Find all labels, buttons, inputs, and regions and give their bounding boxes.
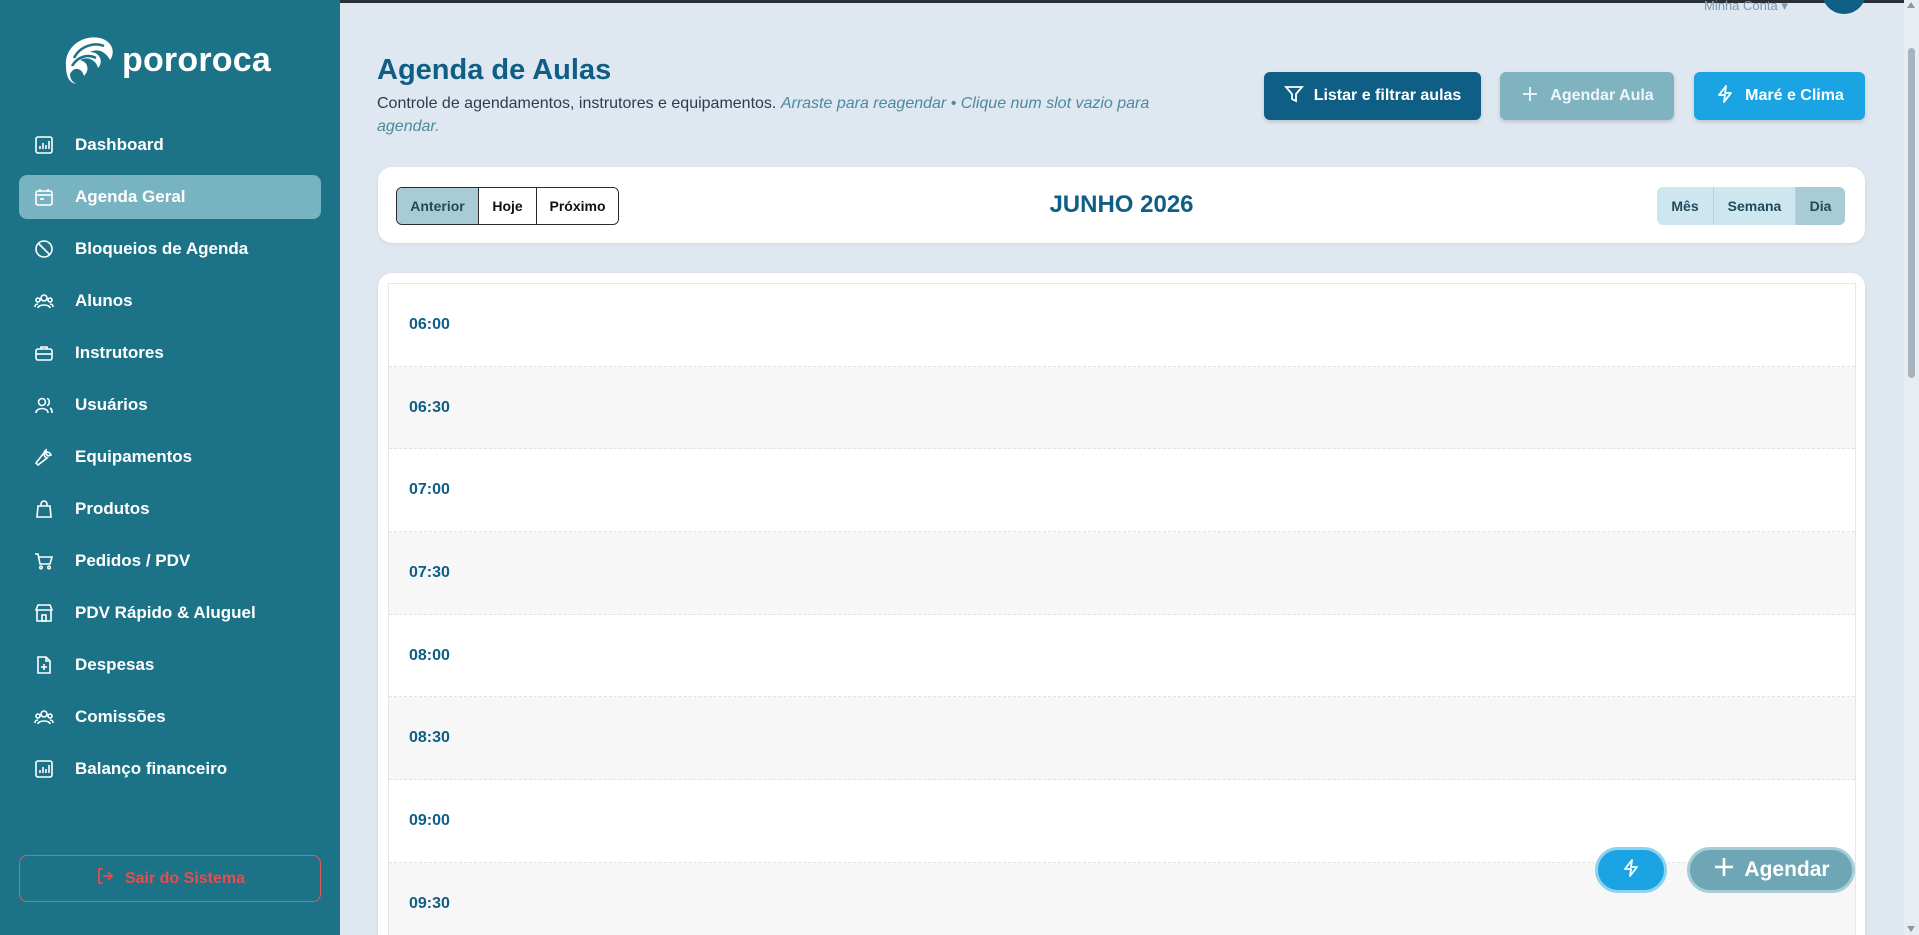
time-slot[interactable]: 07:30 xyxy=(389,532,1855,615)
avatar[interactable] xyxy=(1822,0,1866,14)
time-slot[interactable]: 08:30 xyxy=(389,697,1855,781)
plus-icon xyxy=(1520,84,1540,109)
sidebar-item-usuarios[interactable]: Usuários xyxy=(19,383,321,427)
slot-time: 09:00 xyxy=(409,811,450,829)
calendar-view-group: Mês Semana Dia xyxy=(1657,187,1845,225)
sidebar: pororoca Dashboard Agenda Geral Bloqueio… xyxy=(0,0,340,935)
cart-icon xyxy=(33,550,55,572)
user-group-icon xyxy=(33,394,55,416)
description-text: Controle de agendamentos, instrutores e … xyxy=(377,95,777,112)
quick-weather-fab[interactable] xyxy=(1595,847,1667,893)
list-filter-label: Listar e filtrar aulas xyxy=(1313,87,1462,104)
sidebar-item-label: Instrutores xyxy=(75,343,164,362)
chart-icon xyxy=(33,134,55,156)
briefcase-icon xyxy=(33,342,55,364)
tide-weather-button[interactable]: Maré e Clima xyxy=(1694,72,1865,120)
list-filter-button[interactable]: Listar e filtrar aulas xyxy=(1264,72,1481,120)
brand-logo[interactable]: pororoca xyxy=(60,30,271,91)
sidebar-item-label: Balanço financeiro xyxy=(75,759,228,778)
sidebar-item-despesas[interactable]: Despesas xyxy=(19,643,321,687)
file-plus-icon xyxy=(33,654,55,676)
time-slot[interactable]: 07:00 xyxy=(389,449,1855,533)
schedule-class-button[interactable]: Agendar Aula xyxy=(1500,72,1674,120)
sidebar-item-comissoes[interactable]: Comissões xyxy=(19,695,321,739)
scroll-up-arrow[interactable] xyxy=(1907,2,1915,8)
sidebar-item-label: Agenda Geral xyxy=(75,187,186,206)
sidebar-item-pedidos-pdv[interactable]: Pedidos / PDV xyxy=(19,539,321,583)
sidebar-item-label: Usuários xyxy=(75,395,148,414)
logout-icon xyxy=(95,866,115,891)
logout-label: Sair do Sistema xyxy=(124,869,246,887)
calendar-title: JUNHO 2026 xyxy=(1049,191,1194,218)
calendar-toolbar: Anterior Hoje Próximo JUNHO 2026 Mês Sem… xyxy=(378,167,1865,243)
bag-icon xyxy=(33,498,55,520)
day-view-button[interactable]: Dia xyxy=(1796,187,1845,225)
sidebar-item-label: Despesas xyxy=(75,655,155,674)
tide-weather-label: Maré e Clima xyxy=(1745,87,1844,104)
slot-time: 09:30 xyxy=(409,894,450,912)
month-view-button[interactable]: Mês xyxy=(1657,187,1714,225)
bolt-icon xyxy=(1715,84,1735,109)
sidebar-item-bloqueios[interactable]: Bloqueios de Agenda xyxy=(19,227,321,271)
chart-icon xyxy=(33,758,55,780)
time-slot[interactable]: 08:00 xyxy=(389,615,1855,698)
sidebar-item-label: Equipamentos xyxy=(75,447,193,466)
calendar-day-view: 06:00 06:30 07:00 07:30 08:00 08:30 09:0… xyxy=(378,273,1865,935)
wrench-icon xyxy=(33,446,55,468)
time-slot[interactable]: 06:30 xyxy=(389,366,1855,450)
page-description: Controle de agendamentos, instrutores e … xyxy=(377,92,1157,138)
wave-logo-icon xyxy=(60,30,118,91)
sidebar-item-dashboard[interactable]: Dashboard xyxy=(19,123,321,167)
slot-time: 07:00 xyxy=(409,481,450,499)
sidebar-item-alunos[interactable]: Alunos xyxy=(19,279,321,323)
sidebar-item-equipamentos[interactable]: Equipamentos xyxy=(19,435,321,479)
filter-icon xyxy=(1283,84,1304,109)
bolt-icon xyxy=(1621,858,1641,883)
sidebar-item-instrutores[interactable]: Instrutores xyxy=(19,331,321,375)
users-icon xyxy=(33,290,55,312)
account-label: Minha Conta xyxy=(1704,0,1778,13)
sidebar-item-label: Bloqueios de Agenda xyxy=(75,239,249,258)
sidebar-item-label: Alunos xyxy=(75,291,133,310)
scroll-thumb[interactable] xyxy=(1908,48,1915,378)
sidebar-item-agenda-geral[interactable]: Agenda Geral xyxy=(19,175,321,219)
schedule-class-label: Agendar Aula xyxy=(1550,87,1654,104)
slot-time: 08:00 xyxy=(409,646,450,664)
slot-time: 06:30 xyxy=(409,398,450,416)
logout-button[interactable]: Sair do Sistema xyxy=(19,855,321,902)
scroll-down-arrow[interactable] xyxy=(1907,926,1915,932)
brand-name: pororoca xyxy=(122,41,271,79)
store-icon xyxy=(33,602,55,624)
schedule-fab[interactable]: Agendar xyxy=(1687,847,1855,893)
page-scrollbar[interactable] xyxy=(1904,0,1919,935)
sidebar-item-label: Produtos xyxy=(75,499,150,518)
sidebar-item-balanco-financeiro[interactable]: Balanço financeiro xyxy=(19,747,321,791)
slot-time: 06:00 xyxy=(409,315,450,333)
calendar-icon xyxy=(33,186,55,208)
sidebar-item-label: Pedidos / PDV xyxy=(75,551,191,570)
time-slots: 06:00 06:30 07:00 07:30 08:00 08:30 09:0… xyxy=(388,283,1856,935)
sidebar-item-label: PDV Rápido & Aluguel xyxy=(75,603,256,622)
page-title: Agenda de Aulas xyxy=(377,54,612,86)
sidebar-item-pdv-rapido[interactable]: PDV Rápido & Aluguel xyxy=(19,591,321,635)
chevron-down-icon: ▾ xyxy=(1781,0,1788,13)
sidebar-item-label: Dashboard xyxy=(75,135,164,154)
plus-icon xyxy=(1712,855,1736,885)
account-menu[interactable]: Minha Conta ▾ xyxy=(1704,0,1788,14)
sidebar-item-produtos[interactable]: Produtos xyxy=(19,487,321,531)
schedule-fab-label: Agendar xyxy=(1744,858,1830,881)
sidebar-nav: Dashboard Agenda Geral Bloqueios de Agen… xyxy=(19,123,321,799)
users-icon xyxy=(33,706,55,728)
time-slot[interactable]: 06:00 xyxy=(389,284,1855,367)
block-icon xyxy=(33,238,55,260)
sidebar-item-label: Comissões xyxy=(75,707,166,726)
slot-time: 07:30 xyxy=(409,563,450,581)
week-view-button[interactable]: Semana xyxy=(1714,187,1796,225)
slot-time: 08:30 xyxy=(409,729,450,747)
